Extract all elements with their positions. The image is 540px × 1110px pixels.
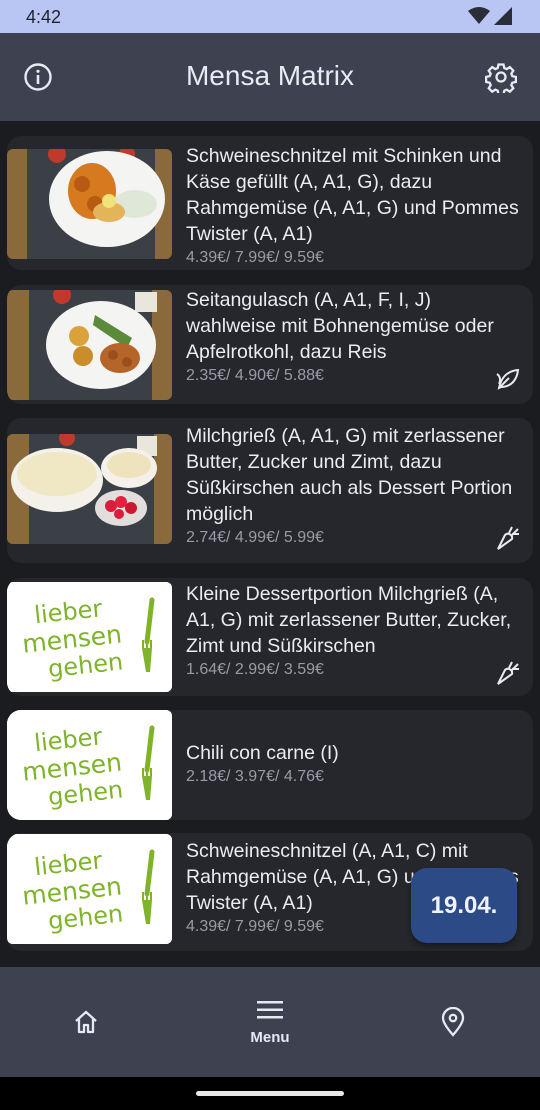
- home-indicator[interactable]: [196, 1091, 344, 1096]
- placeholder-logo: lieber mensen gehen: [7, 582, 172, 692]
- status-time: 4:42: [26, 7, 62, 27]
- nav-menu[interactable]: Menu: [220, 967, 320, 1077]
- status-bar: 4:42: [0, 0, 540, 33]
- meal-name: Schweineschnitzel mit Schinken und Käse …: [186, 145, 519, 245]
- app-title: Mensa Matrix: [185, 60, 355, 91]
- home-icon: [75, 1010, 97, 1034]
- app-bar: Mensa Matrix: [0, 33, 540, 121]
- nav-home[interactable]: [46, 967, 126, 1077]
- gesture-bar: [0, 1077, 540, 1110]
- nav-location[interactable]: [413, 967, 493, 1077]
- settings-gear-icon[interactable]: [485, 61, 517, 93]
- date-picker-button[interactable]: 19.04.: [411, 868, 517, 943]
- semolina-photo: [7, 434, 172, 544]
- meal-card[interactable]: Milchgrieß (A, A1, G) mit zerlassener Bu…: [7, 418, 533, 563]
- schnitzel-photo: [7, 149, 172, 259]
- meal-card[interactable]: lieber mensen gehen Kleine Dessertportio…: [7, 578, 533, 696]
- meal-card[interactable]: Schweineschnitzel mit Schinken und Käse …: [7, 136, 533, 270]
- meal-price: 1.64€/ 2.99€/ 3.59€: [186, 661, 324, 678]
- meal-price: 4.39€/ 7.99€/ 9.59€: [186, 249, 324, 266]
- vegetarian-carrot-icon: [497, 661, 519, 685]
- meal-card[interactable]: Seitangulasch (A, A1, F, I, J) wahlweise…: [7, 285, 533, 404]
- location-pin-icon: [441, 1007, 465, 1037]
- vegan-leaf-icon: [496, 368, 520, 390]
- vegetarian-carrot-icon: [497, 526, 519, 550]
- nav-menu-label: Menu: [250, 1028, 290, 1046]
- meal-card[interactable]: lieber mensen gehen Chili con carne (I) …: [7, 710, 533, 820]
- meal-name: Milchgrieß (A, A1, G) mit zerlassener Bu…: [186, 425, 513, 525]
- meal-list[interactable]: Schweineschnitzel mit Schinken und Käse …: [0, 121, 540, 967]
- menu-icon: [257, 1000, 283, 1018]
- cell-signal-icon: [494, 7, 512, 25]
- meal-price: 2.74€/ 4.99€/ 5.99€: [186, 529, 324, 546]
- goulash-photo: [7, 290, 172, 400]
- placeholder-logo: lieber mensen gehen: [7, 710, 172, 820]
- meal-name: Kleine Dessertportion Milchgrieß (A, A1,…: [186, 583, 512, 657]
- meal-name: Chili con carne (I): [186, 742, 339, 764]
- meal-name: Seitangulasch (A, A1, F, I, J) wahlweise…: [186, 289, 494, 363]
- bottom-navigation: Menu: [0, 967, 540, 1077]
- wifi-icon: [468, 7, 490, 24]
- meal-price: 2.35€/ 4.90€/ 5.88€: [186, 367, 324, 384]
- placeholder-logo: lieber mensen gehen: [7, 834, 172, 944]
- meal-price: 2.18€/ 3.97€/ 4.76€: [186, 768, 324, 785]
